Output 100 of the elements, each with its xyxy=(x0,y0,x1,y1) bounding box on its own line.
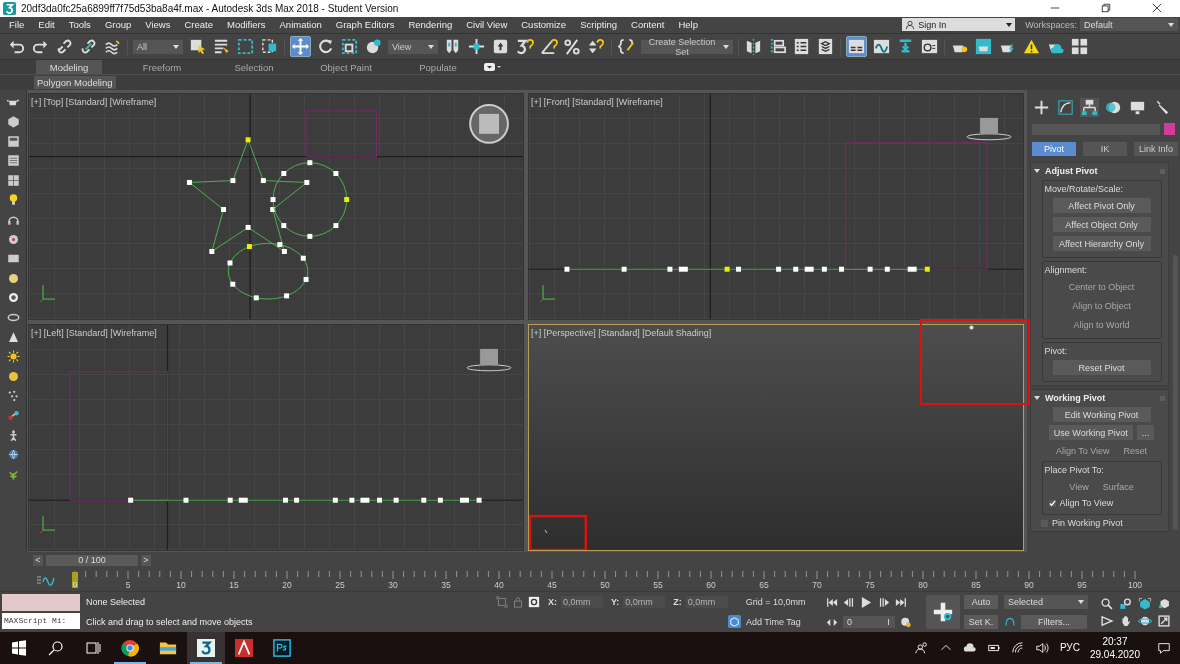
x-coordinate-field[interactable]: 0,0mm xyxy=(561,595,603,608)
previous-frame-button[interactable]: < xyxy=(33,555,43,567)
viewport[interactable]: [+] [Perspective] [Standard] [Default Shading] xyxy=(528,324,1024,552)
manipulate-icon[interactable] xyxy=(467,37,486,57)
panel-button[interactable]: Edit Working Pivot xyxy=(1052,407,1151,423)
menu-item[interactable]: Tools xyxy=(63,19,100,31)
menu-item[interactable]: Help xyxy=(673,19,707,31)
grid-arrows-icon[interactable] xyxy=(1070,37,1089,57)
box-icon[interactable] xyxy=(5,114,21,130)
selection-filter-dropdown[interactable]: All xyxy=(133,39,183,54)
compass-viewcube-icon[interactable] xyxy=(469,104,509,145)
ribbon-tab[interactable]: Modeling xyxy=(36,60,102,75)
braces-icon[interactable] xyxy=(617,37,636,57)
panel-icon[interactable] xyxy=(5,133,21,149)
key-tangent-icon[interactable] xyxy=(1004,616,1016,628)
menu-item[interactable]: Graph Editors xyxy=(330,19,404,31)
ribbon-tab[interactable]: Object Paint xyxy=(300,60,392,75)
zoom-icon[interactable] xyxy=(1100,596,1114,611)
clock-date[interactable]: 29.04.2020 xyxy=(1089,649,1140,660)
zoom-extents-icon[interactable] xyxy=(1138,596,1152,611)
viewport[interactable]: [+] [Left] [Standard] [Wireframe] xyxy=(28,324,524,552)
go-to-end-icon[interactable] xyxy=(895,596,907,608)
people-icon[interactable] xyxy=(914,641,929,655)
menu-item[interactable]: Content xyxy=(626,19,674,31)
panel-button[interactable]: ... xyxy=(1136,425,1155,441)
checkbox-label[interactable]: Align To View xyxy=(1059,498,1114,509)
set-key-button[interactable] xyxy=(926,595,960,629)
angle-snap-icon[interactable] xyxy=(539,37,558,57)
key-filters-button[interactable]: Filters... xyxy=(1021,615,1087,629)
object-color-swatch[interactable] xyxy=(1164,123,1175,136)
named-selection-dropdown[interactable]: Create Selection Set xyxy=(641,39,733,54)
cloud-icon[interactable] xyxy=(962,641,977,655)
menu-item[interactable]: Create xyxy=(179,19,222,31)
ribbon-panel-title[interactable]: Polygon Modeling xyxy=(34,76,116,90)
wifi-icon[interactable] xyxy=(1010,641,1025,655)
percent-snap-icon[interactable] xyxy=(563,37,582,57)
zoom-extents-all-icon[interactable] xyxy=(1157,596,1171,611)
mirror-icon[interactable] xyxy=(744,37,763,57)
input-language-indicator[interactable]: РУС xyxy=(1059,642,1080,654)
checkbox-label[interactable]: Pin Working Pivot xyxy=(1052,518,1123,529)
viewport[interactable]: [+] [Front] [Standard] [Wireframe] xyxy=(528,93,1024,321)
scale-icon[interactable] xyxy=(340,37,359,57)
menu-item[interactable]: Scripting xyxy=(575,19,627,31)
panel-button[interactable]: Affect Object Only xyxy=(1052,217,1151,233)
panel-button[interactable]: Use Working Pivot xyxy=(1048,425,1133,441)
close-icon[interactable] xyxy=(1152,3,1162,14)
menu-item[interactable]: File xyxy=(4,19,34,31)
scene-explorer-icon[interactable] xyxy=(792,37,811,57)
set-key-mode-button[interactable]: Set K. xyxy=(964,615,998,629)
rendered-frame-icon[interactable] xyxy=(974,37,993,57)
viewport-label[interactable]: [+] [Front] [Standard] [Wireframe] xyxy=(531,97,663,108)
sign-in-dropdown[interactable]: Sign In xyxy=(902,18,1016,32)
rectangular-selection-icon[interactable] xyxy=(236,37,255,57)
select-by-name-icon[interactable] xyxy=(212,37,231,57)
play-icon[interactable] xyxy=(860,595,873,609)
z-coordinate-field[interactable]: 0,0mm xyxy=(685,595,728,608)
curve-icon[interactable] xyxy=(1056,98,1075,118)
current-frame-field[interactable]: 0 xyxy=(843,616,895,629)
panel-button[interactable]: Reset Pivot xyxy=(1052,360,1151,376)
snap-icon[interactable] xyxy=(515,37,534,57)
time-slider-thumb[interactable]: 0 / 100 xyxy=(46,555,138,567)
select-object-icon[interactable] xyxy=(188,37,207,57)
ribbon-options-icon[interactable] xyxy=(484,63,502,72)
task-view-icon[interactable] xyxy=(85,640,101,656)
sun-icon[interactable] xyxy=(5,349,21,365)
absolute-mode-icon[interactable] xyxy=(528,595,540,608)
menu-item[interactable]: Rendering xyxy=(403,19,462,31)
panel-tab[interactable]: Pivot xyxy=(1032,142,1076,157)
ribbon-tab[interactable]: Freeform xyxy=(116,60,208,75)
panel-tab[interactable]: IK xyxy=(1083,142,1127,157)
viewport-label[interactable]: [+] [Perspective] [Standard] [Default Shading] xyxy=(531,328,712,339)
menu-item[interactable]: Animation xyxy=(274,19,331,31)
list-icon[interactable] xyxy=(5,153,21,169)
auto-key-button[interactable]: Auto xyxy=(964,595,998,609)
field-of-view-icon[interactable] xyxy=(1100,613,1114,628)
viewport-label[interactable]: [+] [Top] [Standard] [Wireframe] xyxy=(31,97,157,108)
menu-item[interactable]: Edit xyxy=(33,19,64,31)
hierarchy-icon[interactable] xyxy=(1080,98,1099,118)
time-configuration-icon[interactable] xyxy=(900,616,912,628)
move-icon[interactable] xyxy=(290,36,311,58)
panel-button[interactable]: Affect Hierarchy Only xyxy=(1052,236,1151,252)
windows-logo-icon[interactable] xyxy=(11,640,27,656)
curve-editor-toggle-icon[interactable] xyxy=(36,574,56,587)
viewport-label[interactable]: [+] [Left] [Standard] [Wireframe] xyxy=(31,328,157,339)
zoom-all-icon[interactable] xyxy=(1119,596,1133,611)
ribbon-toggle-icon[interactable] xyxy=(846,36,867,58)
collapse-triangle-icon[interactable] xyxy=(1034,396,1040,401)
restore-icon[interactable] xyxy=(1101,3,1111,14)
collapse-triangle-icon[interactable] xyxy=(1034,169,1040,174)
viewcube-icon[interactable] xyxy=(966,118,1012,141)
add-time-tag-button[interactable]: Add Time Tag xyxy=(728,615,801,629)
reference-coordinate-dropdown[interactable]: View xyxy=(388,39,438,54)
rollout-title[interactable]: Adjust Pivot xyxy=(1045,166,1098,177)
menu-item[interactable]: Modifiers xyxy=(221,19,275,31)
notifications-icon[interactable] xyxy=(1157,641,1171,655)
ribbon-tab[interactable]: Selection xyxy=(208,60,300,75)
y-coordinate-field[interactable]: 0,0mm xyxy=(623,595,666,608)
previous-frame-icon[interactable] xyxy=(843,596,855,608)
clock-time[interactable]: 20:37 xyxy=(1102,636,1128,647)
next-frame-button[interactable]: > xyxy=(141,555,151,567)
